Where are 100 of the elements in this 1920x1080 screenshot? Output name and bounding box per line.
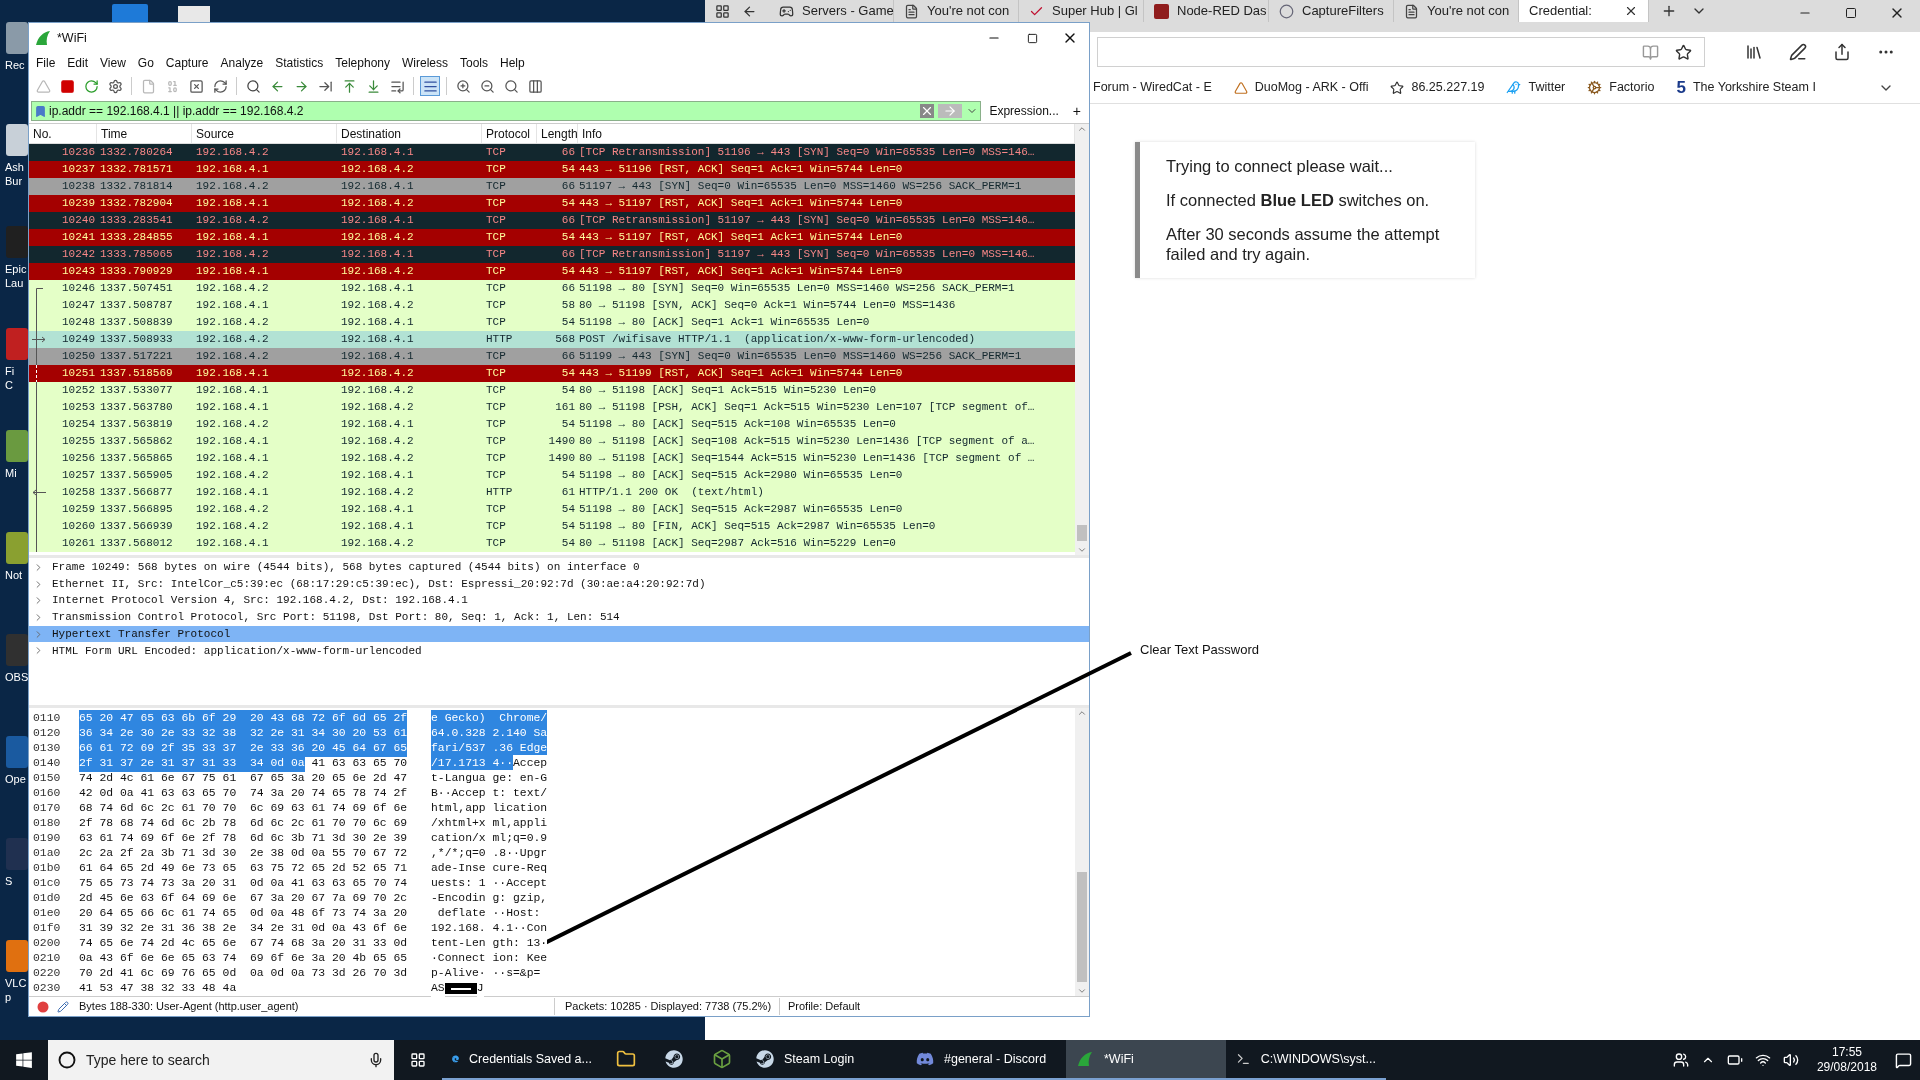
address-field[interactable]: [1097, 37, 1705, 67]
library-icon[interactable]: [1745, 43, 1763, 61]
toolbar-button[interactable]: [420, 76, 440, 96]
table-cell-text: 1337.518569: [99, 366, 174, 382]
packet-row[interactable]: 10250 1337.517221 192.168.4.2 192.168.4.1 TCP 66 51199 → 443 [SYN] Seq=0 Win=65535 Len=0 MSS=1460 WS=256 SACK_PERM=1: [29, 348, 1075, 365]
packet-row[interactable]: 10253 1337.563780 192.168.4.1 192.168.4.2 TCP 161 80 → 51198 [PSH, ACK] Seq=1 Ack=515 Win=5230 Len=107 [TCP segment of…: [29, 399, 1075, 416]
packet-row[interactable]: 10241 1333.284855 192.168.4.1 192.168.4.2 TCP 54 443 → 51197 [RST, ACK] Seq=1 Ack=1 Win=5744 Len=0: [29, 229, 1075, 246]
clear-icon[interactable]: [920, 104, 935, 118]
menu-item[interactable]: Statistics: [269, 54, 330, 72]
table-cell-text: 1337.568012: [99, 536, 174, 552]
table-cell-text: 443 → 51197 [RST, ACK] Seq=1 Ack=1 Win=5744 Len=0: [578, 196, 903, 212]
menu-item[interactable]: Telephony: [329, 54, 396, 72]
column-header[interactable]: Length: [537, 124, 578, 143]
edit-icon[interactable]: [57, 1000, 69, 1013]
new-tab-icon[interactable]: [1661, 3, 1677, 19]
table-cell-text: 192.168.4.1: [195, 366, 270, 382]
search-icon: [58, 1051, 76, 1069]
menu-item[interactable]: View: [94, 54, 132, 72]
bookmark-icon[interactable]: [34, 104, 47, 118]
search-field[interactable]: Type here to search: [48, 1040, 394, 1080]
taskbar-app[interactable]: Steam Login: [746, 1040, 906, 1080]
taskbar-app[interactable]: C:\WINDOWS\syst...: [1226, 1040, 1386, 1080]
scrollbar-thumb[interactable]: [1077, 872, 1087, 982]
menu-item[interactable]: Edit: [61, 54, 95, 72]
packet-row[interactable]: 10242 1333.785065 192.168.4.2 192.168.4.1 TCP 66 [TCP Retransmission] 51197 → 443 [SYN] Seq=0 Win=65535 Len=0 MSS=146…: [29, 246, 1075, 263]
menu-item[interactable]: Go: [131, 54, 160, 72]
packet-row[interactable]: 10243 1333.790929 192.168.4.1 192.168.4.2 TCP 54 443 → 51197 [RST, ACK] Seq=1 Ack=1 Win=5744 Len=0: [29, 263, 1075, 280]
hex-offset: 0210: [32, 950, 62, 966]
tree-item[interactable]: Transmission Control Protocol, Src Port: 51198, Dst Port: 80, Seq: 1, Ack: 1, Len: 514: [29, 609, 1089, 626]
packet-row[interactable]: 10239 1332.782904 192.168.4.1 192.168.4.2 TCP 54 443 → 51197 [RST, ACK] Seq=1 Ack=1 Win=5744 Len=0: [29, 195, 1075, 212]
battery-icon[interactable]: [1726, 1052, 1743, 1068]
packet-row[interactable]: 10246 1337.507451 192.168.4.2 192.168.4.1 TCP 66 51198 → 80 [SYN] Seq=0 Win=65535 Len=0 MSS=1460 WS=256 SACK_PERM=1: [29, 280, 1075, 297]
tree-item[interactable]: Hypertext Transfer Protocol: [29, 625, 1089, 643]
packet-row[interactable]: 10257 1337.565905 192.168.4.2 192.168.4.1 TCP 54 51198 → 80 [ACK] Seq=515 Ack=2980 Win=65535 Len=0: [29, 467, 1075, 484]
packet-row[interactable]: 10261 1337.568012 192.168.4.1 192.168.4.2 TCP 54 80 → 51198 [ACK] Seq=2987 Ack=516 Win=5229 Len=0: [29, 535, 1075, 552]
hex-bytes: 75 65 73 74 73 3a 20 31 0d 0a 41 63 63 65 70 74: [79, 875, 408, 891]
menu-item[interactable]: Analyze: [214, 54, 270, 72]
reading-view-icon[interactable]: [1642, 43, 1659, 61]
tree-item[interactable]: HTML Form URL Encoded: application/x-www-form-urlencoded: [29, 642, 1089, 660]
packet-row[interactable]: 10237 1332.781571 192.168.4.1 192.168.4.2 TCP 54 443 → 51196 [RST, ACK] Seq=1 Ack=1 Win=5744 Len=0: [29, 161, 1075, 178]
packet-row[interactable]: 10247 1337.508787 192.168.4.1 192.168.4.2 TCP 58 80 → 51198 [SYN, ACK] Seq=0 Ack=1 Win=5744 Len=0 MSS=1436: [29, 297, 1075, 314]
tab-preview-icon[interactable]: [715, 3, 730, 19]
table-cell-text: 10246: [61, 281, 96, 297]
packet-row[interactable]: 10252 1337.533077 192.168.4.1 192.168.4.2 TCP 54 80 → 51198 [ACK] Seq=1 Ack=515 Win=5230 Len=0: [29, 382, 1075, 399]
favorite-link[interactable]: Forum - WiredCat - E: [1093, 78, 1212, 97]
browser-tab[interactable]: Credential:: [1519, 0, 1649, 22]
column-header[interactable]: Source: [192, 124, 337, 143]
favorite-link[interactable]: Twitter: [1506, 78, 1566, 97]
people-icon[interactable]: [1672, 1052, 1689, 1068]
volume-icon[interactable]: [1782, 1052, 1799, 1068]
tree-item[interactable]: Internet Protocol Version 4, Src: 192.168.4.2, Dst: 192.168.4.1: [29, 592, 1089, 610]
pen-icon[interactable]: [1789, 43, 1807, 61]
packet-row[interactable]: 10260 1337.566939 192.168.4.2 192.168.4.1 TCP 54 51198 → 80 [FIN, ACK] Seq=515 Ack=2987 Win=65535 Len=0: [29, 518, 1075, 535]
packet-count-text: Packets: 10285 · Displayed: 7738 (75.2%): [554, 998, 779, 1015]
file-icon: [140, 78, 156, 94]
column-header[interactable]: Destination: [337, 124, 482, 143]
table-cell-text: TCP: [485, 145, 507, 161]
favorite-link[interactable]: Factorio: [1587, 78, 1655, 97]
packet-row[interactable]: 10258 1337.566877 192.168.4.1 192.168.4.2 HTTP 61 HTTP/1.1 200 OK (text/html): [29, 484, 1075, 501]
column-header[interactable]: Time: [97, 124, 192, 143]
share-icon[interactable]: [1833, 43, 1851, 61]
search-input[interactable]: Type here to search: [86, 1049, 358, 1071]
packet-row[interactable]: 10251 1337.518569 192.168.4.1 192.168.4.2 TCP 54 443 → 51199 [RST, ACK] Seq=1 Ack=1 Win=5744 Len=0: [29, 365, 1075, 382]
star-icon[interactable]: [1675, 43, 1692, 61]
packet-row[interactable]: 10248 1337.508839 192.168.4.2 192.168.4.1 TCP 54 51198 → 80 [ACK] Seq=1 Ack=1 Win=65535 Len=0: [29, 314, 1075, 331]
tree-item[interactable]: Frame 10249: 568 bytes on wire (4544 bits), 568 bytes captured (4544 bits) on interface 0: [29, 559, 1089, 576]
filter-field[interactable]: ip.addr == 192.168.4.1 || ip.addr == 192.168.4.2: [31, 101, 982, 121]
expression-button[interactable]: Expression...: [985, 102, 1063, 120]
packet-row[interactable]: 10236 1332.780264 192.168.4.2 192.168.4.1 TCP 66 [TCP Retransmission] 51196 → 443 [SYN] Seq=0 Win=65535 Len=0 MSS=146…: [29, 144, 1075, 161]
taskbar-app[interactable]: *WiFi: [1066, 1040, 1226, 1080]
clock[interactable]: 17:55 29/08/2018: [1810, 1045, 1883, 1075]
packet-row[interactable]: 10254 1337.563819 192.168.4.2 192.168.4.1 TCP 54 51198 → 80 [ACK] Seq=515 Ack=108 Win=65535 Len=0: [29, 416, 1075, 433]
packet-row[interactable]: 10240 1333.283541 192.168.4.2 192.168.4.1 TCP 66 [TCP Retransmission] 51197 → 443 [SYN] Seq=0 Win=65535 Len=0 MSS=146…: [29, 212, 1075, 229]
table-cell-text: 51198 → 80 [SYN] Seq=0 Win=65535 Len=0 MSS=1460 WS=256 SACK_PERM=1: [578, 281, 1015, 297]
wifi-icon[interactable]: [1754, 1052, 1771, 1068]
close-icon[interactable]: [1624, 4, 1638, 18]
column-header[interactable]: Protocol: [482, 124, 537, 143]
favorite-link[interactable]: 5 The Yorkshire Steam I: [1676, 74, 1816, 101]
packet-row[interactable]: 10249 1337.508933 192.168.4.2 192.168.4.1 HTTP 568 POST /wifisave HTTP/1.1 (application/x-www-form-urlencoded): [29, 331, 1075, 348]
notifications-icon[interactable]: [1895, 1051, 1912, 1069]
tree-item[interactable]: Ethernet II, Src: IntelCor_c5:39:ec (68:17:29:c5:39:ec), Dst: Espressi_20:92:7d (30:ae:a4:20:92:7d): [29, 575, 1089, 593]
taskbar-app[interactable]: Credentials Saved a...: [442, 1040, 602, 1080]
packet-row[interactable]: 10256 1337.565865 192.168.4.1 192.168.4.2 TCP 1490 80 → 51198 [ACK] Seq=1544 Ack=515 Win=5230 Len=1436 [TCP segment of …: [29, 450, 1075, 467]
packet-row[interactable]: 10238 1332.781814 192.168.4.2 192.168.4.1 TCP 66 51197 → 443 [SYN] Seq=0 Win=65535 Len=0 MSS=1460 WS=256 SACK_PERM=1: [29, 178, 1075, 195]
column-header[interactable]: No.: [29, 124, 97, 143]
menu-item[interactable]: File: [30, 54, 62, 72]
menu-item[interactable]: Help: [494, 54, 531, 72]
zoom-out-icon: [479, 78, 495, 94]
microphone-icon[interactable]: [368, 1052, 384, 1068]
filter-input[interactable]: ip.addr == 192.168.4.1 || ip.addr == 192.168.4.2: [49, 102, 919, 120]
favorite-link[interactable]: 86.25.227.19: [1390, 78, 1485, 97]
packet-row[interactable]: 10255 1337.565862 192.168.4.1 192.168.4.2 TCP 1490 80 → 51198 [ACK] Seq=108 Ack=515 Win=5230 Len=1436 [TCP segment of a…: [29, 433, 1075, 450]
packet-row[interactable]: 10259 1337.566895 192.168.4.2 192.168.4.1 TCP 54 51198 → 80 [ACK] Seq=515 Ack=2987 Win=65535 Len=0: [29, 501, 1075, 518]
menu-item[interactable]: Wireless: [396, 54, 454, 72]
favorite-link[interactable]: DuoMog - ARK - Offi: [1233, 78, 1369, 97]
table-cell-text: 1332.780264: [99, 145, 174, 161]
menu-item[interactable]: Tools: [454, 54, 494, 72]
scrollbar-thumb[interactable]: [1077, 525, 1087, 541]
menu-item[interactable]: Capture: [159, 54, 215, 72]
add-filter-button[interactable]: +: [1066, 100, 1087, 122]
